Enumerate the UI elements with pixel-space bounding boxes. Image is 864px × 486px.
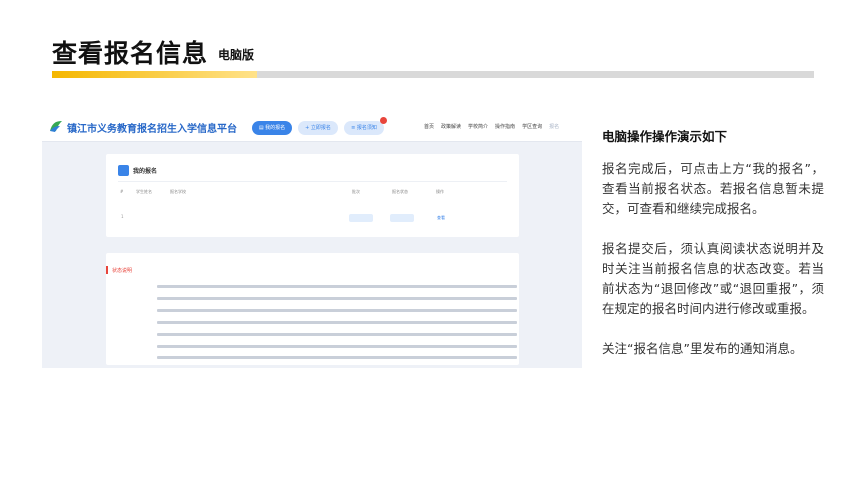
col-header-index: # xyxy=(120,189,124,194)
nav-link-home[interactable]: 首页 xyxy=(424,123,434,130)
instruction-paragraph: 报名提交后，须认真阅读状态说明并及时关注当前报名信息的状态改变。若当前状态为“退… xyxy=(602,241,824,316)
col-header-school: 报名学校 xyxy=(170,189,186,194)
status-note-text xyxy=(157,321,517,324)
status-note-text xyxy=(157,333,517,336)
col-header-batch: 批次 xyxy=(352,189,360,194)
status-notes-title: 状态说明 xyxy=(112,268,133,274)
register-now-button[interactable]: + 立即报名 xyxy=(298,121,338,135)
instruction-paragraph: 关注“报名信息”里发布的通知消息。 xyxy=(602,341,803,356)
col-header-action: 操作 xyxy=(436,189,444,194)
nav-link-registration[interactable]: 报名 xyxy=(549,123,559,130)
registration-notice-label: 报名须知 xyxy=(356,125,377,131)
col-header-student: 学生姓名 xyxy=(136,189,152,194)
status-note-text xyxy=(157,356,517,359)
view-link[interactable]: 查看 xyxy=(437,215,445,221)
nav-link-district[interactable]: 学区查询 xyxy=(522,123,542,130)
batch-tag xyxy=(349,214,373,222)
nav-link-guide[interactable]: 操作指南 xyxy=(495,123,515,130)
registration-notice-button[interactable]: ≡ 报名须知 xyxy=(344,121,384,135)
nav-links: 首页 政策解读 学校简介 操作指南 学区查询 报名 xyxy=(424,123,559,130)
status-tag xyxy=(390,214,414,222)
status-notes-panel: 状态说明 xyxy=(106,253,519,365)
col-header-status: 报名状态 xyxy=(392,189,408,194)
nav-link-schools[interactable]: 学校简介 xyxy=(468,123,488,130)
site-name: 镇江市义务教育报名招生入学信息平台 xyxy=(67,124,237,135)
register-now-label: 立即报名 xyxy=(310,125,331,131)
top-nav-bar: 镇江市义务教育报名招生入学信息平台 ▤ 我的报名 + 立即报名 ≡ 报名须知 首… xyxy=(42,112,582,142)
nav-link-policy[interactable]: 政策解读 xyxy=(441,123,461,130)
slide-subtitle: 电脑版 xyxy=(218,48,255,62)
my-registration-button[interactable]: ▤ 我的报名 xyxy=(252,121,292,135)
notification-badge xyxy=(380,117,387,124)
instructions-panel: 电脑操作操作演示如下 报名完成后，可点击上方“我的报名”，查看当前报名状态。若报… xyxy=(602,126,824,379)
status-notes-marker xyxy=(106,266,108,274)
status-note-text xyxy=(157,297,517,300)
my-registration-panel: 我的报名 # 学生姓名 报名学校 批次 报名状态 操作 1 查看 xyxy=(106,154,519,237)
title-underline-accent xyxy=(52,71,257,78)
status-note-text xyxy=(157,285,517,288)
my-registration-title: 我的报名 xyxy=(133,168,158,175)
divider xyxy=(118,181,507,182)
instruction-paragraph: 报名完成后，可点击上方“我的报名”，查看当前报名状态。若报名信息暂未提交，可查看… xyxy=(602,161,824,216)
platform-logo-icon xyxy=(50,121,62,132)
status-note-text xyxy=(157,345,517,348)
instructions-heading: 电脑操作操作演示如下 xyxy=(602,129,728,144)
platform-screenshot: 镇江市义务教育报名招生入学信息平台 ▤ 我的报名 + 立即报名 ≡ 报名须知 首… xyxy=(42,112,582,368)
row-index: 1 xyxy=(121,214,124,219)
registration-icon xyxy=(118,165,129,176)
my-registration-label: 我的报名 xyxy=(265,125,286,131)
status-note-text xyxy=(157,309,517,312)
slide-title: 查看报名信息 xyxy=(52,39,209,68)
